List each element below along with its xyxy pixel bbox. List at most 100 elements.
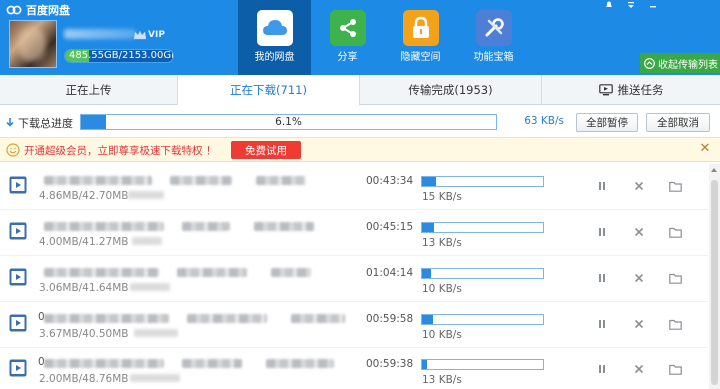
pause-icon[interactable] — [595, 225, 609, 239]
download-speed: 13 KB/s — [422, 237, 462, 249]
folder-icon[interactable] — [668, 271, 682, 285]
cancel-icon[interactable] — [632, 317, 646, 331]
total-progress-text: 下载总进度 — [18, 117, 73, 130]
cancel-icon[interactable] — [632, 179, 646, 193]
size-redacted — [132, 237, 162, 245]
avatar[interactable] — [9, 20, 57, 68]
nav-toolbox[interactable]: 功能宝箱 — [457, 0, 530, 75]
file-name-redacted — [187, 314, 267, 323]
share-icon — [329, 10, 366, 46]
folder-icon[interactable] — [668, 317, 682, 331]
total-progress-label: 下载总进度 — [6, 115, 73, 131]
download-speed: 10 KB/s — [422, 283, 462, 295]
download-progress-bar — [421, 268, 544, 279]
storage-quota-text: 485.55GB/2153.00GB — [69, 50, 174, 61]
folder-icon[interactable] — [668, 225, 682, 239]
tab-completed[interactable]: 传输完成(1953) — [360, 75, 542, 105]
time-remaining: 01:04:14 — [366, 267, 414, 279]
file-name-redacted — [291, 314, 345, 323]
pause-icon[interactable] — [595, 271, 609, 285]
minimize-icon[interactable] — [644, 0, 662, 10]
file-size: 4.86MB/42.70MB — [39, 190, 129, 202]
file-name-redacted — [266, 359, 334, 368]
download-progress-fill — [422, 269, 431, 278]
tab-label: 传输完成(1953) — [408, 83, 493, 97]
vip-badge[interactable]: VIP — [133, 30, 165, 40]
bell-icon[interactable] — [600, 0, 618, 10]
username[interactable] — [64, 29, 136, 39]
time-remaining: 00:45:15 — [366, 221, 414, 233]
nav-label: 隐藏空间 — [400, 52, 441, 63]
video-file-icon — [9, 359, 27, 377]
cancel-icon[interactable] — [632, 362, 646, 376]
download-row[interactable]: 3.06MB/41.64MB 01:04:14 10 KB/s — [0, 256, 708, 302]
cancel-all-button[interactable]: 全部取消 — [646, 113, 710, 132]
cancel-icon[interactable] — [632, 225, 646, 239]
file-name-redacted — [182, 222, 230, 231]
time-remaining: 00:43:34 — [366, 175, 414, 187]
download-speed: 15 KB/s — [422, 191, 462, 203]
pause-icon[interactable] — [595, 362, 609, 376]
file-size: 2.00MB/48.76MB — [39, 373, 129, 385]
download-progress-bar — [421, 359, 544, 370]
file-name-redacted — [182, 359, 242, 368]
download-row[interactable]: 0 3.67MB/40.50MB 00:59:58 10 KB/s — [0, 302, 708, 348]
toolbox-icon — [475, 10, 512, 46]
folder-icon[interactable] — [668, 362, 682, 376]
video-file-icon — [9, 268, 27, 286]
dropdown-icon[interactable] — [622, 0, 640, 10]
total-progress-bar: 6.1% — [80, 114, 497, 130]
download-row[interactable]: 4.86MB/42.70MB 00:43:34 15 KB/s — [0, 164, 708, 210]
file-name-redacted — [254, 222, 314, 231]
nav-label: 分享 — [337, 52, 358, 63]
main-nav: 我的网盘 分享 隐藏空间 功能宝箱 — [238, 0, 530, 75]
download-row[interactable]: 0 2.00MB/48.76MB 00:59:38 13 KB/s — [0, 347, 708, 389]
folder-icon[interactable] — [668, 179, 682, 193]
nav-label: 功能宝箱 — [473, 52, 514, 63]
scroll-thumb[interactable] — [711, 180, 718, 385]
close-icon[interactable]: ✕ — [698, 142, 712, 156]
download-progress-bar — [421, 314, 544, 325]
download-progress-fill — [422, 360, 427, 369]
file-size: 4.00MB/41.27MB — [39, 236, 129, 248]
tab-uploading[interactable]: 正在上传 — [0, 75, 178, 105]
download-progress-bar — [421, 222, 544, 233]
download-progress-fill — [422, 315, 433, 324]
tab-downloading[interactable]: 正在下载(711) — [178, 75, 360, 106]
size-redacted — [128, 191, 164, 199]
cloud-icon — [256, 10, 293, 46]
vip-label: VIP — [148, 30, 165, 40]
pause-icon[interactable] — [595, 317, 609, 331]
size-redacted — [134, 329, 178, 337]
free-trial-button[interactable]: 免费试用 — [231, 141, 301, 159]
scroll-up-icon[interactable] — [711, 168, 717, 172]
tab-label: 正在下载(711) — [230, 83, 307, 97]
download-speed: 13 KB/s — [422, 374, 462, 386]
storage-quota-bar: 485.55GB/2153.00GB — [64, 49, 174, 63]
app-title: 百度网盘 — [26, 4, 70, 17]
file-name-redacted — [170, 176, 232, 185]
file-size: 3.67MB/40.50MB — [39, 328, 129, 340]
pause-all-button[interactable]: 全部暂停 — [576, 113, 638, 132]
pause-icon[interactable] — [595, 179, 609, 193]
size-redacted — [130, 374, 180, 382]
file-name-redacted — [44, 222, 164, 231]
file-size: 3.06MB/41.64MB — [39, 282, 129, 294]
nav-hidden-space[interactable]: 隐藏空间 — [384, 0, 457, 75]
tab-push-tasks[interactable]: 推送任务 — [542, 75, 720, 105]
monitor-icon — [598, 84, 613, 96]
smile-icon — [6, 143, 20, 157]
download-row[interactable]: 4.00MB/41.27MB 00:45:15 13 KB/s — [0, 210, 708, 256]
collapse-transfer-list-button[interactable]: 收起传输列表 — [640, 53, 720, 73]
download-progress-fill — [422, 177, 436, 186]
video-file-icon — [9, 176, 27, 194]
nav-share[interactable]: 分享 — [311, 0, 384, 75]
time-remaining: 00:59:58 — [366, 313, 414, 325]
cancel-icon[interactable] — [632, 271, 646, 285]
nav-my-disk[interactable]: 我的网盘 — [238, 0, 311, 75]
file-name-redacted — [44, 176, 152, 185]
file-name-redacted — [44, 314, 169, 323]
scrollbar[interactable] — [709, 164, 720, 389]
nav-label: 我的网盘 — [254, 52, 295, 63]
baidu-cloud-logo-icon — [6, 5, 22, 15]
